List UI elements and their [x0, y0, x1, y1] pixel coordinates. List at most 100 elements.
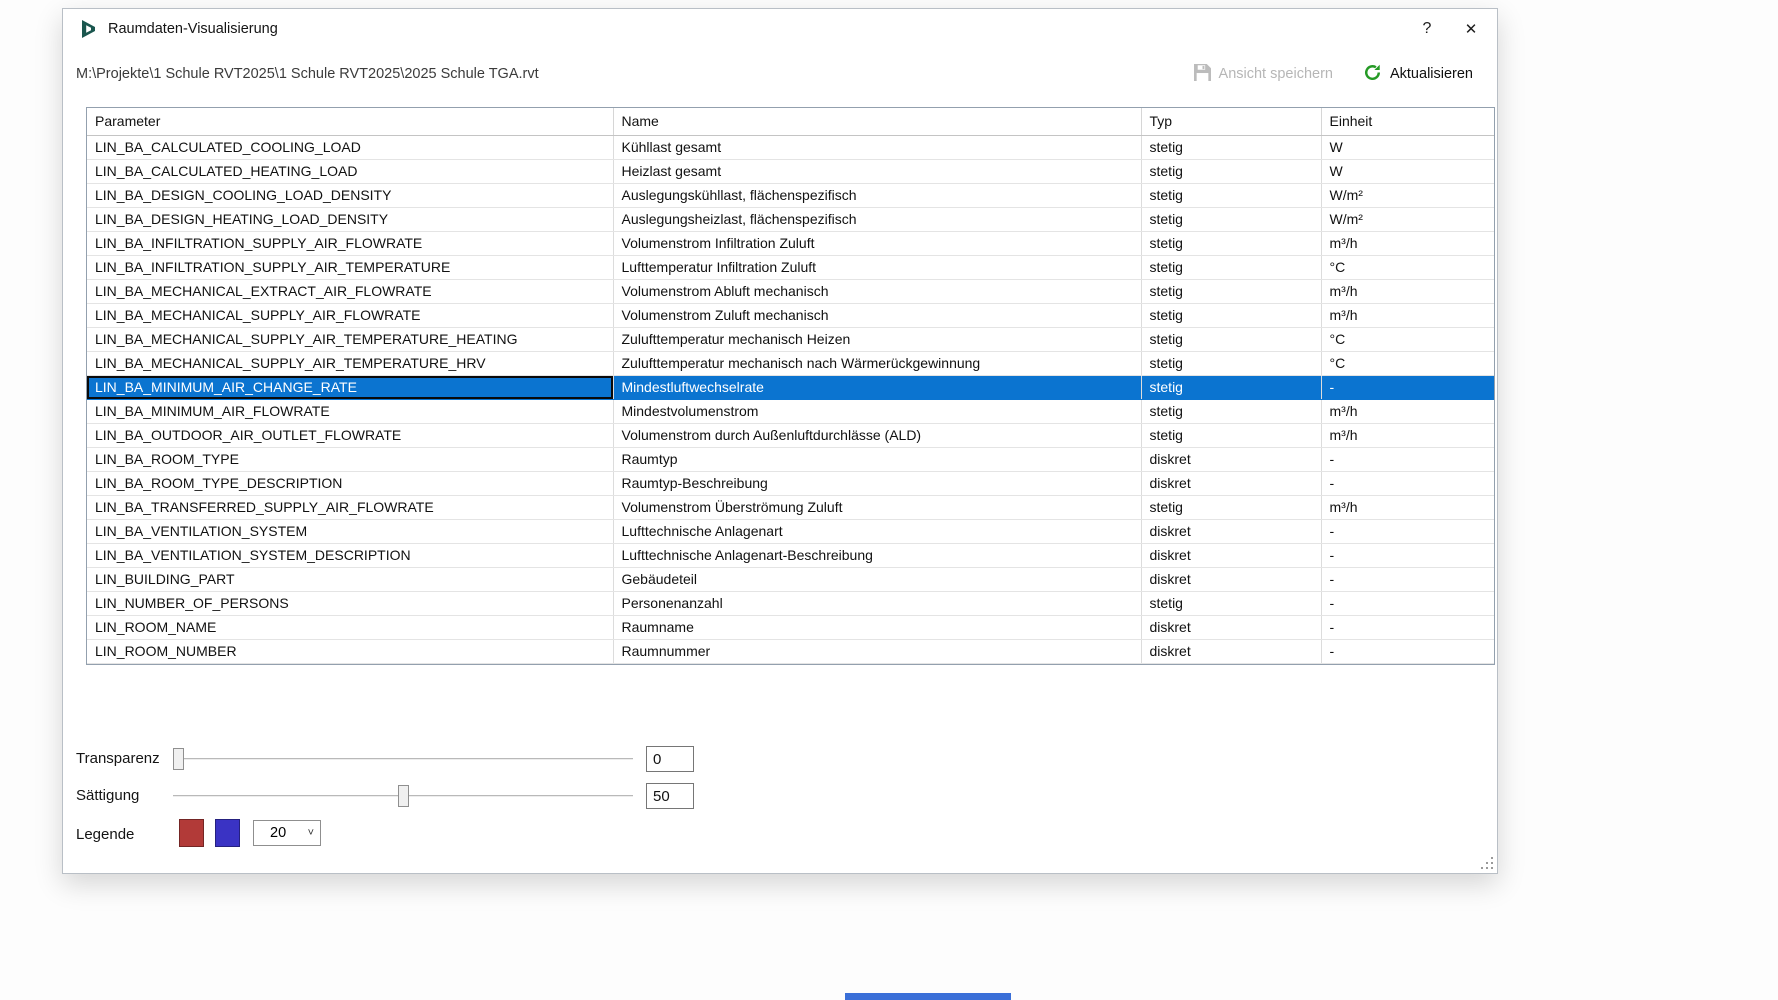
cell-name[interactable]: Raumnummer: [613, 639, 1141, 663]
transparency-input[interactable]: [646, 746, 694, 772]
cell-typ[interactable]: stetig: [1141, 399, 1321, 423]
cell-name[interactable]: Kühllast gesamt: [613, 135, 1141, 159]
cell-param[interactable]: LIN_BUILDING_PART: [87, 567, 613, 591]
cell-name[interactable]: Volumenstrom Infiltration Zuluft: [613, 231, 1141, 255]
transparency-slider[interactable]: [173, 747, 633, 771]
cell-typ[interactable]: stetig: [1141, 423, 1321, 447]
cell-einheit[interactable]: m³/h: [1321, 495, 1494, 519]
cell-name[interactable]: Mindestluftwechselrate: [613, 375, 1141, 399]
cell-param[interactable]: LIN_BA_ROOM_TYPE: [87, 447, 613, 471]
cell-einheit[interactable]: W/m²: [1321, 207, 1494, 231]
cell-einheit[interactable]: -: [1321, 639, 1494, 663]
cell-name[interactable]: Raumname: [613, 615, 1141, 639]
cell-param[interactable]: LIN_ROOM_NUMBER: [87, 639, 613, 663]
window-resize-grip[interactable]: [1481, 857, 1495, 871]
cell-einheit[interactable]: m³/h: [1321, 303, 1494, 327]
cell-typ[interactable]: stetig: [1141, 303, 1321, 327]
cell-name[interactable]: Auslegungskühllast, flächenspezifisch: [613, 183, 1141, 207]
refresh-button[interactable]: Aktualisieren: [1363, 63, 1473, 86]
column-header-name[interactable]: Name: [613, 108, 1141, 135]
cell-typ[interactable]: stetig: [1141, 375, 1321, 399]
cell-typ[interactable]: stetig: [1141, 591, 1321, 615]
cell-typ[interactable]: diskret: [1141, 615, 1321, 639]
cell-typ[interactable]: diskret: [1141, 639, 1321, 663]
table-row[interactable]: LIN_ROOM_NUMBERRaumnummerdiskret-: [87, 639, 1494, 663]
cell-einheit[interactable]: W: [1321, 135, 1494, 159]
legend-color-red-swatch[interactable]: [179, 819, 204, 847]
column-header-einheit[interactable]: Einheit: [1321, 108, 1494, 135]
table-row[interactable]: LIN_BA_CALCULATED_COOLING_LOADKühllast g…: [87, 135, 1494, 159]
cell-name[interactable]: Volumenstrom Zuluft mechanisch: [613, 303, 1141, 327]
cell-param[interactable]: LIN_BA_MECHANICAL_EXTRACT_AIR_FLOWRATE: [87, 279, 613, 303]
cell-name[interactable]: Volumenstrom Überströmung Zuluft: [613, 495, 1141, 519]
legend-count-dropdown[interactable]: 20 ˅: [253, 820, 321, 846]
cell-typ[interactable]: stetig: [1141, 183, 1321, 207]
table-row[interactable]: LIN_BA_DESIGN_HEATING_LOAD_DENSITYAusleg…: [87, 207, 1494, 231]
table-row[interactable]: LIN_ROOM_NAMERaumnamediskret-: [87, 615, 1494, 639]
cell-einheit[interactable]: W: [1321, 159, 1494, 183]
help-button[interactable]: ?: [1405, 9, 1449, 49]
cell-typ[interactable]: stetig: [1141, 255, 1321, 279]
cell-param[interactable]: LIN_BA_MECHANICAL_SUPPLY_AIR_TEMPERATURE…: [87, 327, 613, 351]
legend-color-blue-swatch[interactable]: [215, 819, 240, 847]
table-row[interactable]: LIN_BA_ROOM_TYPE_DESCRIPTIONRaumtyp-Besc…: [87, 471, 1494, 495]
cell-name[interactable]: Auslegungsheizlast, flächenspezifisch: [613, 207, 1141, 231]
cell-einheit[interactable]: W/m²: [1321, 183, 1494, 207]
save-view-button[interactable]: Ansicht speichern: [1194, 64, 1333, 85]
saturation-slider-thumb[interactable]: [398, 785, 409, 807]
cell-name[interactable]: Heizlast gesamt: [613, 159, 1141, 183]
cell-typ[interactable]: diskret: [1141, 447, 1321, 471]
cell-typ[interactable]: stetig: [1141, 279, 1321, 303]
cell-name[interactable]: Raumtyp-Beschreibung: [613, 471, 1141, 495]
cell-einheit[interactable]: m³/h: [1321, 399, 1494, 423]
cell-param[interactable]: LIN_BA_MINIMUM_AIR_CHANGE_RATE: [87, 375, 613, 399]
cell-param[interactable]: LIN_BA_MECHANICAL_SUPPLY_AIR_TEMPERATURE…: [87, 351, 613, 375]
table-row[interactable]: LIN_BA_VENTILATION_SYSTEM_DESCRIPTIONLuf…: [87, 543, 1494, 567]
cell-param[interactable]: LIN_BA_DESIGN_COOLING_LOAD_DENSITY: [87, 183, 613, 207]
table-row[interactable]: LIN_NUMBER_OF_PERSONSPersonenanzahlsteti…: [87, 591, 1494, 615]
cell-param[interactable]: LIN_BA_INFILTRATION_SUPPLY_AIR_FLOWRATE: [87, 231, 613, 255]
cell-param[interactable]: LIN_ROOM_NAME: [87, 615, 613, 639]
cell-einheit[interactable]: -: [1321, 375, 1494, 399]
cell-einheit[interactable]: -: [1321, 591, 1494, 615]
cell-param[interactable]: LIN_BA_DESIGN_HEATING_LOAD_DENSITY: [87, 207, 613, 231]
cell-param[interactable]: LIN_BA_MINIMUM_AIR_FLOWRATE: [87, 399, 613, 423]
cell-name[interactable]: Personenanzahl: [613, 591, 1141, 615]
close-button[interactable]: ✕: [1449, 9, 1493, 49]
cell-param[interactable]: LIN_BA_CALCULATED_HEATING_LOAD: [87, 159, 613, 183]
cell-param[interactable]: LIN_BA_MECHANICAL_SUPPLY_AIR_FLOWRATE: [87, 303, 613, 327]
cell-einheit[interactable]: °C: [1321, 255, 1494, 279]
cell-typ[interactable]: diskret: [1141, 519, 1321, 543]
cell-name[interactable]: Volumenstrom Abluft mechanisch: [613, 279, 1141, 303]
table-row[interactable]: LIN_BA_CALCULATED_HEATING_LOADHeizlast g…: [87, 159, 1494, 183]
cell-typ[interactable]: stetig: [1141, 351, 1321, 375]
column-header-typ[interactable]: Typ: [1141, 108, 1321, 135]
table-row[interactable]: LIN_BA_MECHANICAL_EXTRACT_AIR_FLOWRATEVo…: [87, 279, 1494, 303]
cell-einheit[interactable]: -: [1321, 471, 1494, 495]
cell-typ[interactable]: stetig: [1141, 327, 1321, 351]
cell-name[interactable]: Lufttemperatur Infiltration Zuluft: [613, 255, 1141, 279]
table-row[interactable]: LIN_BA_MINIMUM_AIR_FLOWRATEMindestvolume…: [87, 399, 1494, 423]
table-row[interactable]: LIN_BA_INFILTRATION_SUPPLY_AIR_TEMPERATU…: [87, 255, 1494, 279]
table-row[interactable]: LIN_BUILDING_PARTGebäudeteildiskret-: [87, 567, 1494, 591]
saturation-input[interactable]: [646, 783, 694, 809]
cell-einheit[interactable]: -: [1321, 447, 1494, 471]
table-row[interactable]: LIN_BA_ROOM_TYPERaumtypdiskret-: [87, 447, 1494, 471]
cell-typ[interactable]: stetig: [1141, 207, 1321, 231]
table-row[interactable]: LIN_BA_OUTDOOR_AIR_OUTLET_FLOWRATEVolume…: [87, 423, 1494, 447]
cell-typ[interactable]: diskret: [1141, 471, 1321, 495]
cell-param[interactable]: LIN_BA_INFILTRATION_SUPPLY_AIR_TEMPERATU…: [87, 255, 613, 279]
cell-typ[interactable]: diskret: [1141, 543, 1321, 567]
cell-einheit[interactable]: -: [1321, 519, 1494, 543]
cell-name[interactable]: Lufttechnische Anlagenart: [613, 519, 1141, 543]
table-row[interactable]: LIN_BA_DESIGN_COOLING_LOAD_DENSITYAusleg…: [87, 183, 1494, 207]
cell-param[interactable]: LIN_BA_VENTILATION_SYSTEM_DESCRIPTION: [87, 543, 613, 567]
table-row[interactable]: LIN_BA_INFILTRATION_SUPPLY_AIR_FLOWRATEV…: [87, 231, 1494, 255]
table-row[interactable]: LIN_BA_VENTILATION_SYSTEMLufttechnische …: [87, 519, 1494, 543]
cell-typ[interactable]: stetig: [1141, 135, 1321, 159]
cell-einheit[interactable]: -: [1321, 543, 1494, 567]
cell-param[interactable]: LIN_BA_ROOM_TYPE_DESCRIPTION: [87, 471, 613, 495]
table-row[interactable]: LIN_BA_MECHANICAL_SUPPLY_AIR_FLOWRATEVol…: [87, 303, 1494, 327]
cell-einheit[interactable]: m³/h: [1321, 279, 1494, 303]
table-row[interactable]: LIN_BA_MECHANICAL_SUPPLY_AIR_TEMPERATURE…: [87, 351, 1494, 375]
